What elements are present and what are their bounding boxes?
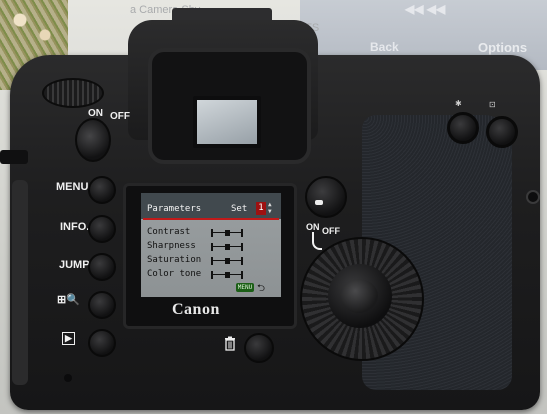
options-label: Options: [478, 40, 528, 55]
erase-button[interactable]: [244, 333, 274, 363]
info-label: INFO.: [60, 221, 90, 233]
nav-arrows: ◀◀ ◀◀: [405, 2, 446, 16]
up-down-arrow-icon: ▲ ▼: [268, 201, 272, 215]
zoom-index-icon: ⊞🔍: [57, 294, 80, 306]
ae-lock-icon: ✱: [455, 99, 462, 108]
color-tone-scale: [211, 271, 243, 279]
camera-photo: a Camera Shy HIGHLIGHTS ◀◀ ◀◀ Back Optio…: [0, 0, 547, 414]
info-button[interactable]: [88, 215, 116, 243]
lcd-item-saturation[interactable]: Saturation: [147, 255, 201, 265]
lcd-item-sharpness[interactable]: Sharpness: [147, 241, 196, 251]
set-button[interactable]: [340, 279, 378, 313]
zoom-button[interactable]: [88, 291, 116, 319]
brand-logo: Canon: [172, 301, 220, 318]
jump-button[interactable]: [88, 253, 116, 281]
lcd-screen: Parameters Set 1 ▲ ▼ Contrast Sharpness S…: [141, 193, 281, 297]
lcd-set-label: Set: [231, 204, 248, 214]
lcd-item-contrast[interactable]: Contrast: [147, 227, 190, 237]
viewfinder-window: [193, 96, 261, 148]
playback-icon: ▶: [62, 332, 75, 345]
lcd-set-value[interactable]: 1: [256, 202, 266, 215]
qcd-switch[interactable]: [305, 176, 347, 218]
qcd-on-label: ON: [306, 222, 320, 232]
trash-icon: [225, 336, 235, 351]
back-label: Back: [370, 40, 399, 54]
menu-badge: MENU: [236, 283, 254, 292]
menu-label: MENU: [56, 181, 89, 193]
lcd-divider: [143, 218, 279, 220]
sharpness-scale: [211, 243, 243, 251]
menu-button[interactable]: [88, 176, 116, 204]
switch-lever-icon: [312, 232, 322, 250]
af-point-icon: ⊡: [489, 100, 496, 109]
qcd-off-label: OFF: [322, 226, 340, 236]
return-icon: ⮌: [257, 283, 266, 294]
microphone: [64, 374, 72, 382]
card-door: [12, 180, 28, 385]
main-dial[interactable]: [42, 78, 104, 108]
jump-label: JUMP: [59, 259, 90, 271]
power-off-label: OFF: [110, 111, 130, 122]
power-switch[interactable]: [75, 118, 111, 162]
strap-lug: [0, 150, 28, 164]
playback-button[interactable]: [88, 329, 116, 357]
remote-port: [526, 190, 540, 204]
af-point-button[interactable]: [486, 116, 518, 148]
contrast-scale: [211, 229, 243, 237]
ae-lock-button[interactable]: [447, 112, 479, 144]
lcd-item-color-tone[interactable]: Color tone: [147, 269, 201, 279]
lcd-title: Parameters: [147, 204, 202, 214]
saturation-scale: [211, 257, 243, 265]
